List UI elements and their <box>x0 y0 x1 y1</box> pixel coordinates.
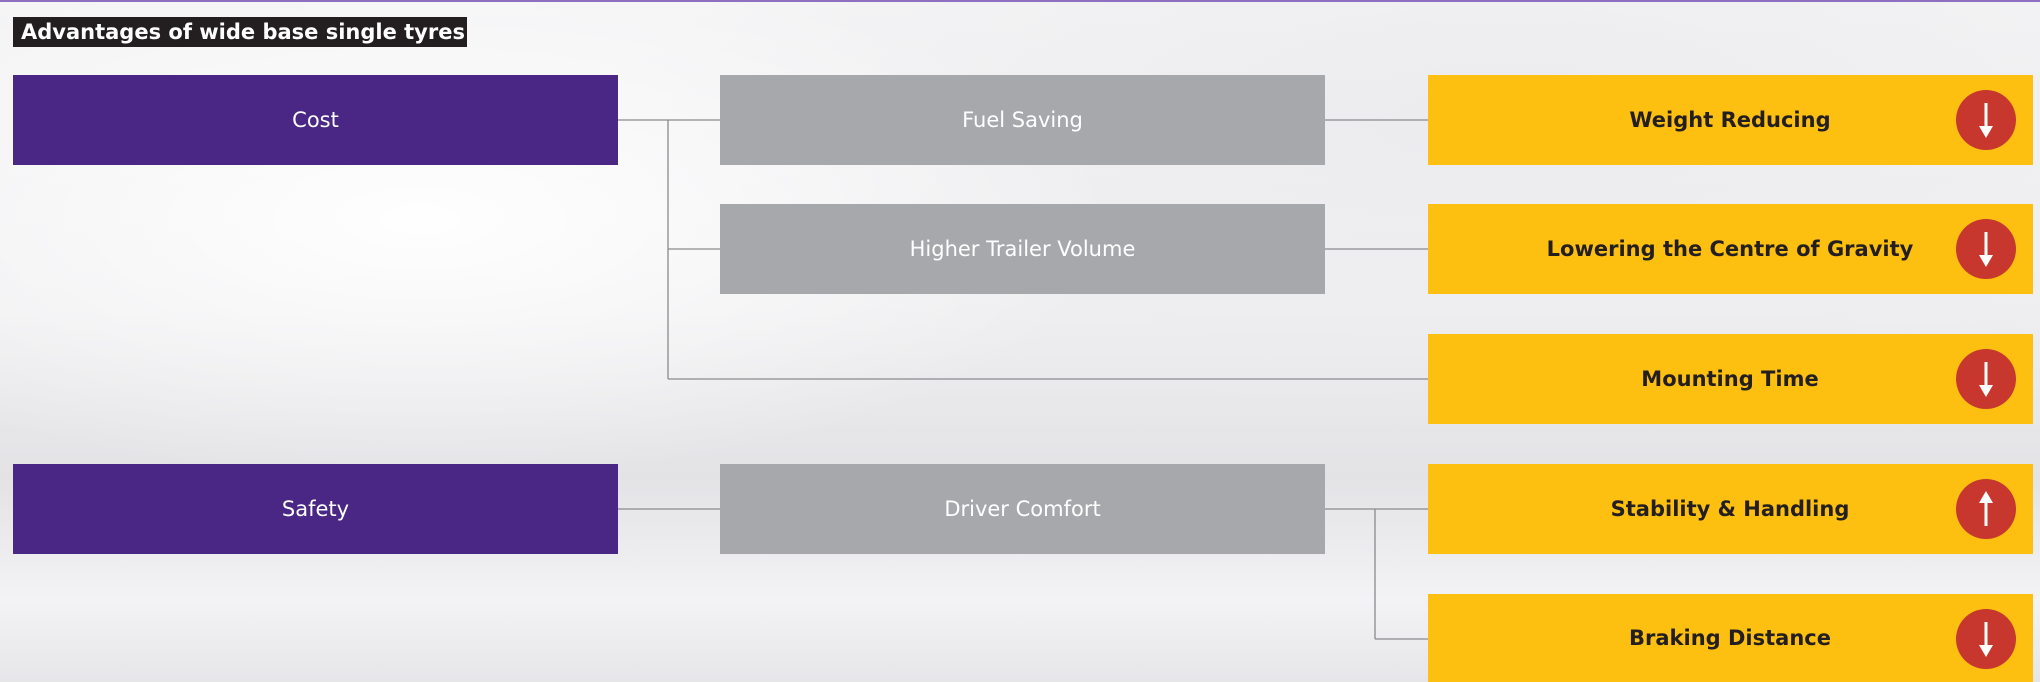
arrow-down-icon <box>1956 219 2016 279</box>
factor-label: Higher Trailer Volume <box>909 237 1136 261</box>
arrow-down-icon <box>1956 90 2016 150</box>
arrow-down-icon <box>1956 609 2016 669</box>
category-label: Safety <box>281 497 350 521</box>
factor-driver-comfort: Driver Comfort <box>720 464 1325 554</box>
factor-label: Fuel Saving <box>962 108 1083 132</box>
category-safety: Safety <box>13 464 618 554</box>
outcome-label: Mounting Time <box>1641 367 1819 391</box>
factor-fuel-saving: Fuel Saving <box>720 75 1325 165</box>
arrow-up-icon <box>1956 479 2016 539</box>
outcome-weight-reducing: Weight Reducing <box>1428 75 2033 165</box>
category-cost: Cost <box>13 75 618 165</box>
factor-higher-trailer-volume: Higher Trailer Volume <box>720 204 1325 294</box>
outcome-label: Weight Reducing <box>1629 108 1831 132</box>
outcome-label: Braking Distance <box>1629 626 1831 650</box>
factor-label: Driver Comfort <box>944 497 1101 521</box>
outcome-label: Lowering the Centre of Gravity <box>1546 237 1914 261</box>
outcome-braking-distance: Braking Distance <box>1428 594 2033 682</box>
arrow-down-icon <box>1956 349 2016 409</box>
outcome-mounting-time: Mounting Time <box>1428 334 2033 424</box>
category-label: Cost <box>292 108 339 132</box>
outcome-label: Stability & Handling <box>1610 497 1850 521</box>
outcome-stability-handling: Stability & Handling <box>1428 464 2033 554</box>
outcome-lowering-centre-of-gravity: Lowering the Centre of Gravity <box>1428 204 2033 294</box>
